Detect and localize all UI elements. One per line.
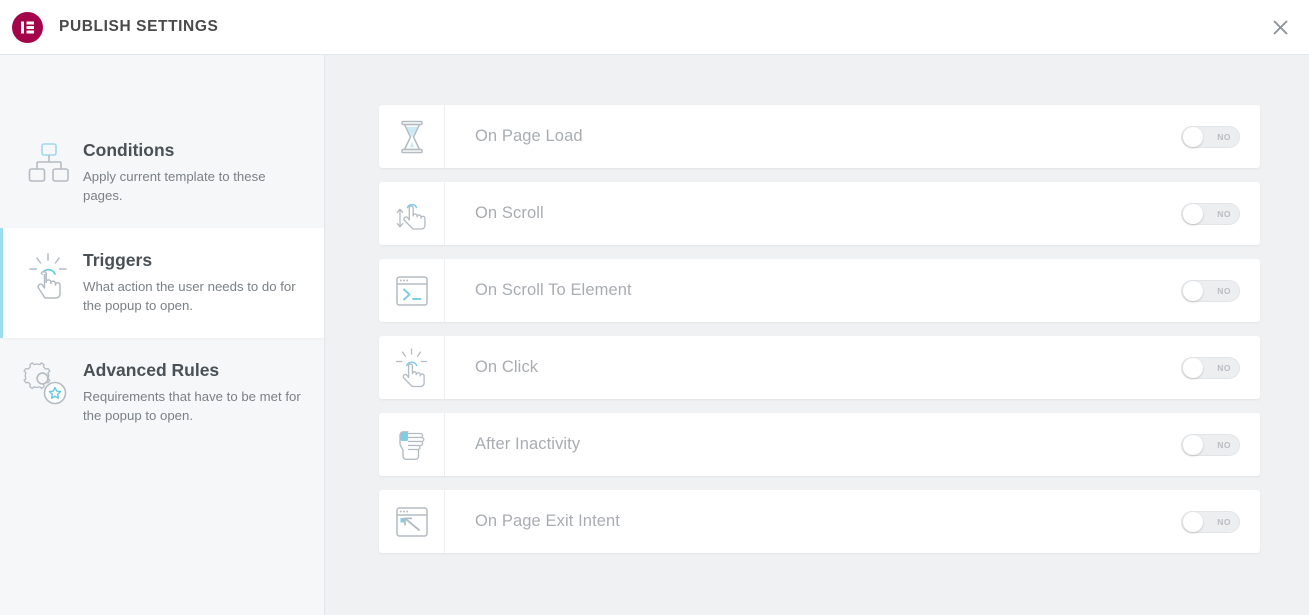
gear-star-icon bbox=[21, 360, 77, 408]
trigger-label: On Scroll bbox=[475, 204, 544, 222]
trigger-row-after-inactivity[interactable]: After Inactivity NO bbox=[379, 413, 1260, 476]
trigger-toggle-cell: NO bbox=[1181, 510, 1260, 533]
trigger-toggle-cell: NO bbox=[1181, 202, 1260, 225]
modal-body: Conditions Apply current template to the… bbox=[0, 55, 1309, 615]
idle-hand-icon bbox=[379, 413, 445, 476]
sidebar-item-description: Apply current template to these pages. bbox=[83, 168, 266, 204]
trigger-row-on-page-load[interactable]: On Page Load NO bbox=[379, 105, 1260, 168]
sidebar-item-advanced-rules[interactable]: Advanced Rules Requirements that have to… bbox=[0, 338, 324, 448]
elementor-logo-icon bbox=[12, 11, 43, 43]
sidebar-item-advanced-rules-text: Advanced Rules Requirements that have to… bbox=[77, 360, 302, 426]
triggers-panel: On Page Load NO On Scroll NO On Scroll T… bbox=[325, 55, 1309, 615]
trigger-toggle-on-scroll-to-element[interactable]: NO bbox=[1181, 279, 1240, 302]
sidebar-item-description: What action the user needs to do for the… bbox=[83, 278, 296, 314]
publish-settings-modal: PUBLISH SETTINGS Conditions Apply curren… bbox=[0, 0, 1309, 615]
sidebar-item-description: Requirements that have to be met for the… bbox=[83, 388, 301, 424]
sidebar-item-title: Conditions bbox=[83, 140, 175, 160]
trigger-toggle-on-click[interactable]: NO bbox=[1181, 356, 1240, 379]
trigger-label: On Scroll To Element bbox=[475, 281, 632, 299]
close-icon[interactable] bbox=[1265, 12, 1295, 42]
toggle-state-label: NO bbox=[1217, 439, 1231, 450]
sidebar-item-triggers[interactable]: Triggers What action the user needs to d… bbox=[0, 227, 324, 338]
toggle-state-label: NO bbox=[1217, 285, 1231, 296]
toggle-knob bbox=[1183, 203, 1203, 224]
hourglass-icon bbox=[379, 105, 445, 168]
sidebar-item-title: Advanced Rules bbox=[83, 359, 220, 380]
trigger-toggle-after-inactivity[interactable]: NO bbox=[1181, 433, 1240, 456]
toggle-state-label: NO bbox=[1217, 131, 1231, 142]
page-title: PUBLISH SETTINGS bbox=[59, 18, 219, 35]
toggle-knob bbox=[1183, 511, 1203, 532]
trigger-label: On Click bbox=[475, 358, 539, 376]
trigger-toggle-cell: NO bbox=[1181, 279, 1260, 302]
trigger-toggle-on-scroll[interactable]: NO bbox=[1181, 202, 1240, 225]
trigger-toggle-cell: NO bbox=[1181, 125, 1260, 148]
toggle-knob bbox=[1183, 357, 1203, 378]
scroll-hand-icon bbox=[379, 182, 445, 245]
toggle-state-label: NO bbox=[1217, 516, 1231, 527]
modal-header: PUBLISH SETTINGS bbox=[0, 0, 1309, 55]
window-exit-arrow-icon bbox=[379, 490, 445, 553]
sidebar-item-conditions-text: Conditions Apply current template to the… bbox=[77, 140, 302, 206]
sitemap-icon bbox=[21, 140, 77, 188]
trigger-label: On Page Exit Intent bbox=[475, 512, 620, 530]
trigger-row-on-click[interactable]: On Click NO bbox=[379, 336, 1260, 399]
trigger-toggle-cell: NO bbox=[1181, 356, 1260, 379]
toggle-knob bbox=[1183, 280, 1203, 301]
trigger-toggle-cell: NO bbox=[1181, 433, 1260, 456]
window-prompt-icon bbox=[379, 259, 445, 322]
trigger-row-on-scroll[interactable]: On Scroll NO bbox=[379, 182, 1260, 245]
toggle-knob bbox=[1183, 434, 1203, 455]
trigger-row-on-scroll-to-element[interactable]: On Scroll To Element NO bbox=[379, 259, 1260, 322]
trigger-label: After Inactivity bbox=[475, 435, 581, 453]
sidebar-item-triggers-text: Triggers What action the user needs to d… bbox=[77, 250, 302, 316]
settings-sidebar: Conditions Apply current template to the… bbox=[0, 55, 325, 615]
toggle-knob bbox=[1183, 126, 1203, 147]
toggle-state-label: NO bbox=[1217, 362, 1231, 373]
click-hand-icon bbox=[21, 250, 77, 302]
trigger-toggle-on-page-exit-intent[interactable]: NO bbox=[1181, 510, 1240, 533]
trigger-list: On Page Load NO On Scroll NO On Scroll T… bbox=[379, 105, 1260, 553]
trigger-row-on-page-exit-intent[interactable]: On Page Exit Intent NO bbox=[379, 490, 1260, 553]
trigger-label: On Page Load bbox=[475, 127, 583, 145]
click-hand-icon bbox=[379, 336, 445, 399]
trigger-toggle-on-page-load[interactable]: NO bbox=[1181, 125, 1240, 148]
toggle-state-label: NO bbox=[1217, 208, 1231, 219]
sidebar-item-title: Triggers bbox=[83, 249, 153, 270]
sidebar-item-conditions[interactable]: Conditions Apply current template to the… bbox=[0, 118, 324, 228]
